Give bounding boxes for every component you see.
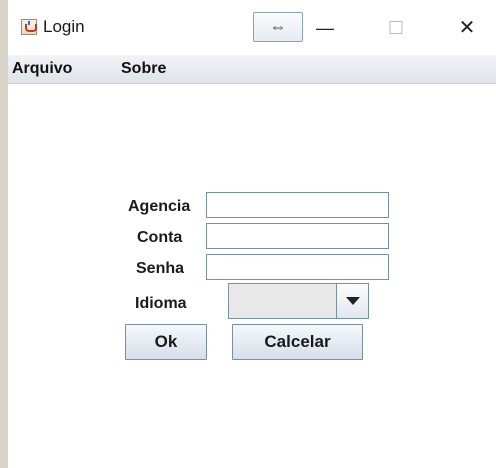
senha-label: Senha — [136, 260, 185, 277]
ok-button[interactable]: Ok — [125, 324, 207, 360]
window-title: Login — [43, 17, 85, 36]
java-app-icon — [21, 19, 37, 35]
menu-bar: Arquivo Sobre — [8, 55, 496, 84]
minimize-button[interactable]: — — [310, 15, 340, 41]
idioma-label: Idioma — [135, 295, 187, 312]
resize-arrows-icon[interactable]: ⇔ — [253, 12, 303, 42]
agencia-label: Agencia — [128, 198, 191, 215]
title-bar[interactable]: Login ⇔ — ☐ ✕ — [8, 0, 496, 55]
idioma-select[interactable] — [228, 283, 369, 319]
menu-arquivo[interactable]: Arquivo — [12, 60, 72, 78]
agencia-field[interactable] — [206, 192, 389, 218]
close-button[interactable]: ✕ — [452, 15, 482, 41]
window-left-edge — [0, 0, 8, 468]
cancel-button[interactable]: Calcelar — [232, 324, 363, 360]
menu-sobre[interactable]: Sobre — [121, 60, 166, 78]
maximize-button[interactable]: ☐ — [381, 15, 411, 41]
senha-field[interactable] — [206, 254, 389, 280]
dropdown-arrow-icon[interactable] — [336, 284, 368, 318]
conta-label: Conta — [137, 229, 183, 246]
conta-field[interactable] — [206, 223, 389, 249]
